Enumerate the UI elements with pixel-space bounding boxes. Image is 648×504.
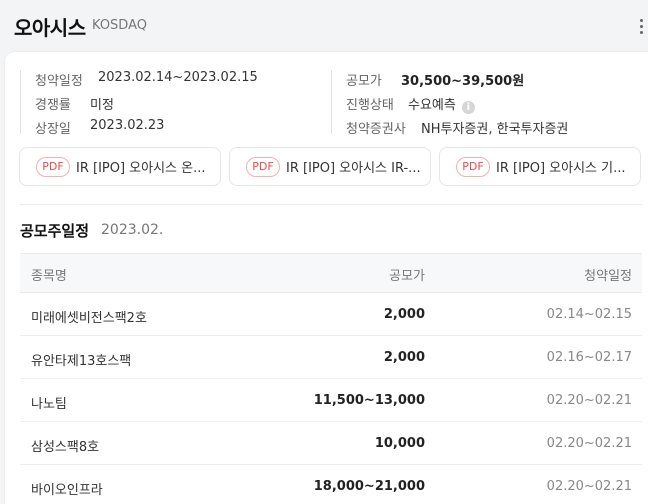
column-name: 종목명 bbox=[31, 269, 67, 284]
document-link[interactable]: PDF IR [IPO] 오아시스 IR-... bbox=[229, 147, 431, 186]
offer-price: 2,000 bbox=[383, 350, 425, 365]
subscription-date: 02.20~02.21 bbox=[546, 436, 632, 451]
offer-price: 2,000 bbox=[383, 307, 425, 322]
divider-left bbox=[20, 70, 21, 134]
offer-price: 18,000~21,000 bbox=[313, 479, 425, 494]
status-value: 수요예측 i bbox=[408, 94, 475, 114]
table-row[interactable]: 미래에셋비전스팩2호 2,000 02.14~02.15 bbox=[20, 293, 642, 336]
underwriter-value: NH투자증권, 한국투자증권 bbox=[421, 122, 569, 137]
subscription-date-label: 청약일정 bbox=[35, 74, 83, 89]
page-header: 오아시스 KOSDAQ bbox=[0, 0, 648, 52]
pdf-icon: PDF bbox=[456, 156, 490, 177]
offer-price-label: 공모가 bbox=[346, 74, 382, 89]
table-header: 종목명 공모가 청약일정 bbox=[20, 253, 642, 293]
divider-right bbox=[331, 70, 332, 134]
subscription-date: 02.16~02.17 bbox=[546, 350, 632, 365]
document-link[interactable]: PDF IR [IPO] 오아시스 기... bbox=[439, 147, 641, 186]
stock-name: 삼성스팩8호 bbox=[31, 440, 100, 455]
stock-name: 유안타제13호스팩 bbox=[31, 354, 132, 369]
stock-name: 바이오인프라 bbox=[31, 483, 103, 498]
stock-name: 나노팀 bbox=[31, 397, 67, 412]
competition-value: 미정 bbox=[90, 98, 114, 113]
document-title: IR [IPO] 오아시스 IR-... bbox=[286, 161, 421, 176]
schedule-title: 공모주일정 bbox=[20, 222, 90, 240]
subscription-date: 02.20~02.21 bbox=[546, 479, 632, 494]
column-price: 공모가 bbox=[389, 269, 425, 284]
table-row[interactable]: 나노팀 11,500~13,000 02.20~02.21 bbox=[20, 379, 642, 422]
subscription-date: 02.20~02.21 bbox=[546, 393, 632, 408]
table-row[interactable]: 삼성스팩8호 10,000 02.20~02.21 bbox=[20, 422, 642, 465]
listing-date-label: 상장일 bbox=[35, 122, 71, 137]
subscription-date-value: 2023.02.14~2023.02.15 bbox=[98, 70, 258, 85]
table-row[interactable]: 유안타제13호스팩 2,000 02.16~02.17 bbox=[20, 336, 642, 379]
listing-date-value: 2023.02.23 bbox=[90, 118, 165, 133]
market-label: KOSDAQ bbox=[92, 18, 147, 33]
status-label: 진행상태 bbox=[346, 98, 394, 113]
column-date: 청약일정 bbox=[584, 269, 632, 284]
section-divider bbox=[20, 204, 642, 205]
stock-name: 미래에셋비전스팩2호 bbox=[31, 311, 147, 326]
table-row[interactable]: 바이오인프라 18,000~21,000 02.20~02.21 bbox=[20, 465, 642, 504]
more-options-icon[interactable] bbox=[634, 14, 648, 38]
competition-label: 경쟁률 bbox=[35, 98, 71, 113]
document-link[interactable]: PDF IR [IPO] 오아시스 온... bbox=[19, 147, 221, 186]
info-icon[interactable]: i bbox=[461, 101, 475, 114]
schedule-month: 2023.02. bbox=[101, 222, 164, 238]
offer-price: 10,000 bbox=[374, 436, 425, 451]
pdf-icon: PDF bbox=[36, 156, 70, 177]
offer-price: 11,500~13,000 bbox=[313, 393, 425, 408]
pdf-icon: PDF bbox=[246, 156, 280, 177]
page-title: 오아시스 bbox=[14, 16, 86, 40]
subscription-date: 02.14~02.15 bbox=[546, 307, 632, 322]
underwriter-label: 청약증권사 bbox=[346, 122, 406, 137]
document-title: IR [IPO] 오아시스 온... bbox=[76, 161, 206, 176]
status-text: 수요예측 bbox=[408, 98, 456, 113]
offer-price-value: 30,500~39,500원 bbox=[401, 74, 525, 89]
document-title: IR [IPO] 오아시스 기... bbox=[496, 161, 626, 176]
